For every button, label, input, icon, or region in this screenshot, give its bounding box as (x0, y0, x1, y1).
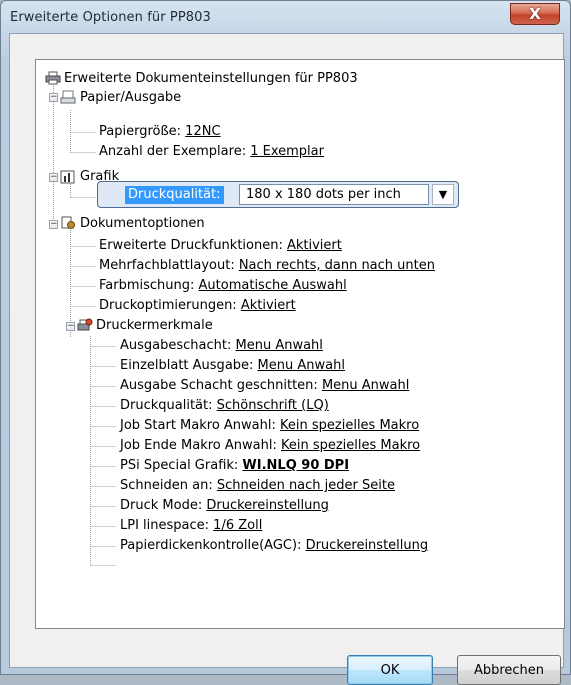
druckqualitaet-label: Druckqualität: (125, 186, 224, 204)
tree-item-mm-2[interactable]: Ausgabe Schacht geschnitten: Menu Anwahl (120, 378, 409, 394)
tree-item-papier[interactable]: Papier/Ausgabe (80, 90, 181, 106)
item-label: Schneiden an: (120, 478, 217, 493)
tree-item-mm-4[interactable]: Job Start Makro Anwahl: Kein spezielles … (120, 418, 419, 434)
tree-item-dok-1[interactable]: Mehrfachblattlayout: Nach rechts, dann n… (99, 258, 435, 274)
window-title: Erweiterte Optionen für PP803 (10, 10, 211, 25)
tree-item-anzahl[interactable]: Anzahl der Exemplare: 1 Exemplar (99, 144, 324, 160)
document-options-icon (61, 216, 75, 229)
printer-features-icon (77, 318, 93, 331)
dialog-client: Erweiterte Dokumenteinstellungen für PP8… (9, 33, 565, 685)
tree-item-papiergroesse[interactable]: Papiergröße: 12NC (99, 124, 221, 140)
tree-item-mm-0[interactable]: Ausgabeschacht: Menu Anwahl (120, 338, 323, 354)
item-value[interactable]: Aktiviert (241, 298, 296, 313)
item-label: Druckoptimierungen: (99, 298, 241, 313)
item-value[interactable]: Kein spezielles Makro (281, 438, 420, 453)
tree-item-dokument[interactable]: Dokumentoptionen (80, 216, 205, 232)
item-value[interactable]: Menu Anwahl (258, 358, 345, 373)
item-label: Job Start Makro Anwahl: (120, 418, 281, 433)
dialog-window: Erweiterte Optionen für PP803 X Erweiter… (0, 0, 571, 685)
tree-item-mm-3[interactable]: Druckqualität: Schönschrift (LQ) (120, 398, 329, 414)
item-label: Einzelblatt Ausgabe: (120, 358, 258, 373)
item-label: Ausgabeschacht: (120, 338, 236, 353)
tree-item-dok-0[interactable]: Erweiterte Druckfunktionen: Aktiviert (99, 238, 342, 254)
item-value[interactable]: Kein spezielles Makro (280, 418, 419, 433)
item-label: PSi Special Grafik: (120, 458, 243, 473)
item-label: Job Ende Makro Anwahl: (120, 438, 281, 453)
item-value[interactable]: Schneiden nach jeder Seite (217, 478, 395, 493)
collapse-icon[interactable]: − (66, 322, 75, 331)
item-label: Papierdickenkontrolle(AGC): (120, 538, 306, 553)
item-value[interactable]: Nach rechts, dann nach unten (239, 258, 435, 273)
graphic-icon (60, 170, 75, 184)
ok-button[interactable]: OK (347, 655, 433, 685)
tree-item-mm-1[interactable]: Einzelblatt Ausgabe: Menu Anwahl (120, 358, 345, 374)
item-value[interactable]: Menu Anwahl (322, 378, 409, 393)
item-label: Papiergröße: (99, 124, 186, 139)
collapse-icon[interactable]: − (49, 220, 58, 229)
item-value[interactable]: Druckereinstellung (206, 498, 329, 513)
item-label: Ausgabe Schacht geschnitten: (120, 378, 322, 393)
cancel-button[interactable]: Abbrechen (457, 655, 561, 685)
item-value[interactable]: Aktiviert (287, 238, 342, 253)
tree-item-mm-10[interactable]: Papierdickenkontrolle(AGC): Druckereinst… (120, 538, 428, 554)
item-value[interactable]: 1/6 Zoll (213, 518, 262, 533)
tree-item-mm-5[interactable]: Job Ende Makro Anwahl: Kein spezielles M… (120, 438, 420, 454)
chevron-down-icon[interactable]: ▼ (432, 184, 454, 205)
item-value[interactable]: WI.NLQ 90 DPI (242, 458, 349, 473)
tree-root-label[interactable]: Erweiterte Dokumenteinstellungen für PP8… (64, 71, 358, 87)
tree-item-dok-2[interactable]: Farbmischung: Automatische Auswahl (99, 278, 347, 294)
tree-item-dok-3[interactable]: Druckoptimierungen: Aktiviert (99, 298, 296, 314)
item-label: Erweiterte Druckfunktionen: (99, 238, 287, 253)
tree-item-mm-9[interactable]: LPI linespace: 1/6 Zoll (120, 518, 262, 534)
item-label: Druck Mode: (120, 498, 207, 513)
tree-item-mm-7[interactable]: Schneiden an: Schneiden nach jeder Seite (120, 478, 395, 494)
close-button[interactable]: X (510, 3, 560, 25)
collapse-icon[interactable]: − (49, 173, 58, 182)
item-label: Druckqualität: (120, 398, 217, 413)
item-value[interactable]: 12NC (185, 124, 220, 139)
close-icon: X (529, 5, 541, 23)
item-value[interactable]: 1 Exemplar (250, 144, 324, 159)
item-value[interactable]: Druckereinstellung (306, 538, 429, 553)
item-value[interactable]: Automatische Auswahl (199, 278, 347, 293)
item-value[interactable]: Schönschrift (LQ) (217, 398, 329, 413)
item-label: Mehrfachblattlayout: (99, 258, 239, 273)
tree-item-merkmale[interactable]: Druckermerkmale (96, 318, 213, 334)
printer-icon (45, 71, 61, 85)
item-label: Anzahl der Exemplare: (99, 144, 251, 159)
collapse-icon[interactable]: − (49, 93, 58, 102)
item-label: LPI linespace: (120, 518, 214, 533)
druckqualitaet-select[interactable]: 180 x 180 dots per inch (239, 184, 429, 205)
item-value[interactable]: Menu Anwahl (236, 338, 323, 353)
options-tree[interactable]: Erweiterte Dokumenteinstellungen für PP8… (35, 59, 565, 629)
tree-item-mm-8[interactable]: Druck Mode: Druckereinstellung (120, 498, 329, 514)
tree-item-mm-6[interactable]: PSi Special Grafik: WI.NLQ 90 DPI (120, 458, 349, 474)
paper-output-icon (60, 90, 76, 104)
item-label: Farbmischung: (99, 278, 199, 293)
